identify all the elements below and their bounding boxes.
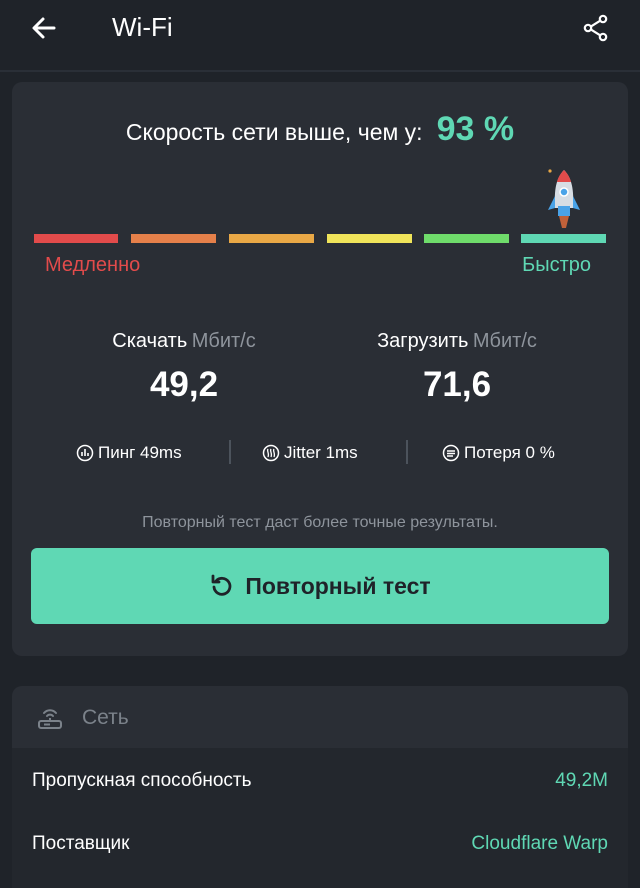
jitter-stat: Jitter 1ms — [262, 436, 358, 470]
jitter-icon — [262, 444, 280, 462]
scale-segment-6 — [521, 234, 606, 243]
refresh-icon — [211, 574, 232, 596]
share-button[interactable] — [576, 8, 616, 48]
list-item: Поставщик Cloudflare Warp — [12, 823, 628, 863]
retest-label: Повторный тест — [245, 572, 431, 599]
download-metric: Скачать Мбит/с 49,2 — [34, 330, 334, 405]
provider-label: Поставщик — [32, 833, 130, 854]
loss-stat: Потеря 0 % — [442, 436, 555, 470]
share-icon — [583, 14, 608, 42]
list-item: Пропускная способность 49,2M — [12, 760, 628, 800]
back-button[interactable] — [24, 10, 64, 46]
stats-divider — [229, 440, 231, 464]
network-header: Сеть — [12, 686, 628, 748]
rocket-icon — [548, 169, 580, 228]
app-bar-divider — [0, 70, 640, 72]
page-title: Wi-Fi — [112, 12, 173, 42]
scale-segment-1 — [34, 234, 118, 243]
scale-segment-4 — [327, 234, 412, 243]
scale-segment-3 — [229, 234, 314, 243]
percentile-headline: Скорость сети выше, чем у: 93 % — [12, 110, 628, 160]
scale-segment-5 — [424, 234, 509, 243]
download-value: 49,2 — [149, 365, 219, 404]
network-card: Сеть Пропускная способность 49,2M Постав… — [12, 686, 628, 888]
ping-text: Пинг 49ms — [98, 443, 182, 462]
scale-segment-2 — [131, 234, 216, 243]
upload-value: 71,6 — [422, 365, 492, 404]
packet-loss-icon — [442, 444, 460, 462]
ping-stat: Пинг 49ms — [76, 436, 182, 470]
download-unit: Мбит/с — [191, 330, 256, 352]
upload-unit: Мбит/с — [472, 330, 537, 352]
download-label: Скачать — [112, 330, 188, 352]
stats-divider — [406, 440, 408, 464]
network-details: Пропускная способность 49,2M Поставщик C… — [12, 748, 628, 888]
upload-metric: Загрузить Мбит/с 71,6 — [307, 330, 607, 405]
loss-text: Потеря 0 % — [464, 443, 555, 462]
retest-hint: Повторный тест даст более точные результ… — [142, 514, 498, 531]
bandwidth-value: 49,2M — [555, 770, 608, 791]
bandwidth-label: Пропускная способность — [32, 770, 252, 791]
jitter-text: Jitter 1ms — [284, 443, 358, 462]
provider-value: Cloudflare Warp — [471, 833, 608, 854]
retest-button[interactable]: Повторный тест — [31, 548, 609, 624]
arrow-left-icon — [32, 17, 56, 39]
router-icon — [38, 709, 62, 729]
speed-scale — [34, 234, 606, 244]
percentile-label: Скорость сети выше, чем у: — [125, 119, 423, 145]
app-bar: Wi-Fi — [0, 0, 640, 56]
scale-fast-label: Быстро — [522, 254, 591, 276]
ping-icon — [76, 444, 94, 462]
scale-slow-label: Медленно — [45, 254, 141, 276]
speed-result-card: Скорость сети выше, чем у: 93 % Медленно… — [12, 82, 628, 656]
stats-row: Пинг 49ms Jitter 1ms Потеря 0 % — [12, 436, 628, 470]
upload-label: Загрузить — [377, 330, 469, 352]
percentile-value: 93 % — [436, 110, 515, 148]
network-title: Сеть — [82, 706, 129, 729]
